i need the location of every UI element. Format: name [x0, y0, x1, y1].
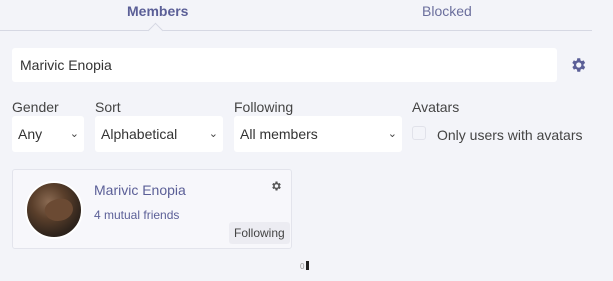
gender-label: Gender	[12, 99, 59, 115]
chevron-down-icon: ⌄	[387, 128, 397, 140]
chevron-down-icon: ⌄	[208, 128, 218, 140]
member-name-link[interactable]: Marivic Enopia	[94, 182, 186, 198]
gender-select[interactable]: Any ⌄	[12, 116, 84, 152]
tab-divider	[0, 30, 592, 31]
following-status-badge: Following	[229, 222, 290, 244]
avatars-checkbox-label[interactable]: Only users with avatars	[437, 127, 583, 143]
avatar-photo	[42, 194, 76, 226]
tab-bar: Members Blocked	[0, 0, 592, 39]
pager-count: 0	[300, 262, 305, 271]
following-select-value: All members	[240, 126, 318, 142]
member-card: Marivic Enopia 4 mutual friends Followin…	[12, 169, 292, 249]
mutual-friends-link[interactable]: 4 mutual friends	[94, 208, 179, 222]
avatar[interactable]	[25, 181, 83, 239]
following-label: Following	[234, 99, 294, 115]
settings-gear-icon[interactable]	[569, 56, 587, 74]
gender-select-value: Any	[18, 126, 43, 142]
chevron-down-icon: ⌄	[69, 128, 79, 140]
sort-label: Sort	[95, 99, 121, 115]
sort-select[interactable]: Alphabetical ⌄	[95, 116, 223, 152]
members-page: Members Blocked Gender Any ⌄ Sort Alphab…	[0, 0, 613, 281]
avatars-checkbox[interactable]	[412, 126, 426, 140]
pager-cursor	[306, 261, 309, 270]
active-tab-indicator	[147, 22, 164, 39]
sort-select-value: Alphabetical	[101, 126, 178, 142]
avatars-label: Avatars	[412, 99, 460, 115]
member-gear-icon[interactable]	[270, 180, 282, 192]
search-input[interactable]	[12, 48, 557, 82]
tab-members[interactable]: Members	[127, 3, 188, 19]
tab-blocked[interactable]: Blocked	[422, 3, 472, 19]
following-select[interactable]: All members ⌄	[234, 116, 402, 152]
